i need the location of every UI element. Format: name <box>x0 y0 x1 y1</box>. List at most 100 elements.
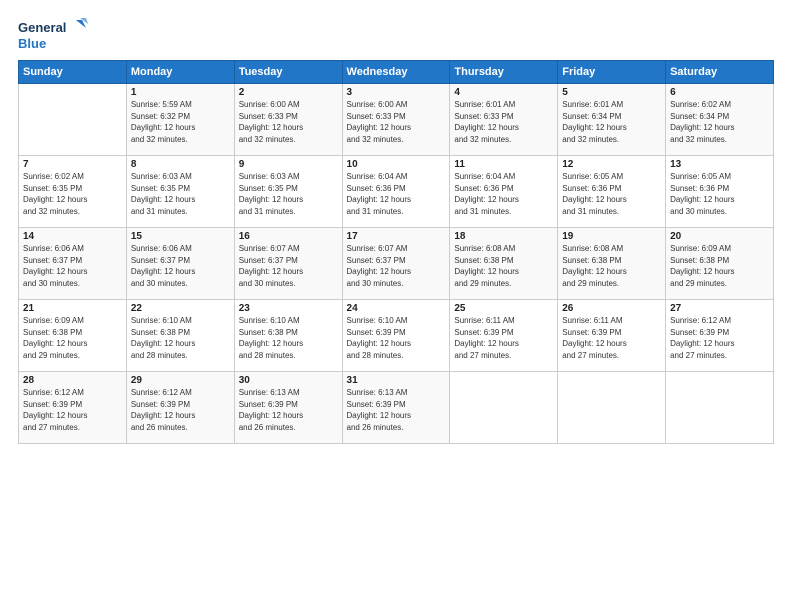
day-number: 25 <box>454 303 553 314</box>
day-number: 19 <box>562 231 661 242</box>
calendar-cell: 24Sunrise: 6:10 AM Sunset: 6:39 PM Dayli… <box>342 300 450 372</box>
day-number: 18 <box>454 231 553 242</box>
day-info: Sunrise: 6:07 AM Sunset: 6:37 PM Dayligh… <box>347 243 446 289</box>
calendar-cell: 16Sunrise: 6:07 AM Sunset: 6:37 PM Dayli… <box>234 228 342 300</box>
day-number: 21 <box>23 303 122 314</box>
header-day-tuesday: Tuesday <box>234 61 342 84</box>
day-number: 13 <box>670 159 769 170</box>
day-info: Sunrise: 6:01 AM Sunset: 6:34 PM Dayligh… <box>562 99 661 145</box>
day-number: 22 <box>131 303 230 314</box>
calendar-cell <box>19 84 127 156</box>
week-row-3: 14Sunrise: 6:06 AM Sunset: 6:37 PM Dayli… <box>19 228 774 300</box>
day-number: 17 <box>347 231 446 242</box>
day-info: Sunrise: 6:09 AM Sunset: 6:38 PM Dayligh… <box>670 243 769 289</box>
day-info: Sunrise: 6:12 AM Sunset: 6:39 PM Dayligh… <box>131 387 230 433</box>
calendar-cell: 31Sunrise: 6:13 AM Sunset: 6:39 PM Dayli… <box>342 372 450 444</box>
day-number: 9 <box>239 159 338 170</box>
day-number: 8 <box>131 159 230 170</box>
calendar-cell: 4Sunrise: 6:01 AM Sunset: 6:33 PM Daylig… <box>450 84 558 156</box>
calendar-cell <box>450 372 558 444</box>
header-day-thursday: Thursday <box>450 61 558 84</box>
day-number: 5 <box>562 87 661 98</box>
day-number: 28 <box>23 375 122 386</box>
header-day-wednesday: Wednesday <box>342 61 450 84</box>
day-info: Sunrise: 6:06 AM Sunset: 6:37 PM Dayligh… <box>23 243 122 289</box>
calendar-cell: 13Sunrise: 6:05 AM Sunset: 6:36 PM Dayli… <box>666 156 774 228</box>
day-info: Sunrise: 6:13 AM Sunset: 6:39 PM Dayligh… <box>239 387 338 433</box>
day-info: Sunrise: 6:08 AM Sunset: 6:38 PM Dayligh… <box>562 243 661 289</box>
day-info: Sunrise: 6:04 AM Sunset: 6:36 PM Dayligh… <box>454 171 553 217</box>
day-info: Sunrise: 6:00 AM Sunset: 6:33 PM Dayligh… <box>239 99 338 145</box>
day-number: 4 <box>454 87 553 98</box>
day-info: Sunrise: 6:08 AM Sunset: 6:38 PM Dayligh… <box>454 243 553 289</box>
day-info: Sunrise: 6:11 AM Sunset: 6:39 PM Dayligh… <box>454 315 553 361</box>
calendar-cell: 7Sunrise: 6:02 AM Sunset: 6:35 PM Daylig… <box>19 156 127 228</box>
day-info: Sunrise: 6:09 AM Sunset: 6:38 PM Dayligh… <box>23 315 122 361</box>
calendar-cell: 29Sunrise: 6:12 AM Sunset: 6:39 PM Dayli… <box>126 372 234 444</box>
week-row-1: 1Sunrise: 5:59 AM Sunset: 6:32 PM Daylig… <box>19 84 774 156</box>
calendar-cell: 17Sunrise: 6:07 AM Sunset: 6:37 PM Dayli… <box>342 228 450 300</box>
calendar-cell: 11Sunrise: 6:04 AM Sunset: 6:36 PM Dayli… <box>450 156 558 228</box>
day-info: Sunrise: 6:10 AM Sunset: 6:38 PM Dayligh… <box>131 315 230 361</box>
day-info: Sunrise: 6:10 AM Sunset: 6:39 PM Dayligh… <box>347 315 446 361</box>
calendar-cell <box>666 372 774 444</box>
day-info: Sunrise: 6:11 AM Sunset: 6:39 PM Dayligh… <box>562 315 661 361</box>
day-number: 2 <box>239 87 338 98</box>
day-info: Sunrise: 6:12 AM Sunset: 6:39 PM Dayligh… <box>23 387 122 433</box>
calendar-cell: 9Sunrise: 6:03 AM Sunset: 6:35 PM Daylig… <box>234 156 342 228</box>
day-info: Sunrise: 6:05 AM Sunset: 6:36 PM Dayligh… <box>562 171 661 217</box>
day-number: 30 <box>239 375 338 386</box>
calendar-cell: 14Sunrise: 6:06 AM Sunset: 6:37 PM Dayli… <box>19 228 127 300</box>
header-day-friday: Friday <box>558 61 666 84</box>
day-info: Sunrise: 6:13 AM Sunset: 6:39 PM Dayligh… <box>347 387 446 433</box>
week-row-2: 7Sunrise: 6:02 AM Sunset: 6:35 PM Daylig… <box>19 156 774 228</box>
day-number: 23 <box>239 303 338 314</box>
calendar-cell: 3Sunrise: 6:00 AM Sunset: 6:33 PM Daylig… <box>342 84 450 156</box>
calendar-cell: 10Sunrise: 6:04 AM Sunset: 6:36 PM Dayli… <box>342 156 450 228</box>
calendar-cell: 1Sunrise: 5:59 AM Sunset: 6:32 PM Daylig… <box>126 84 234 156</box>
day-info: Sunrise: 6:02 AM Sunset: 6:35 PM Dayligh… <box>23 171 122 217</box>
calendar-cell: 27Sunrise: 6:12 AM Sunset: 6:39 PM Dayli… <box>666 300 774 372</box>
week-row-4: 21Sunrise: 6:09 AM Sunset: 6:38 PM Dayli… <box>19 300 774 372</box>
day-number: 31 <box>347 375 446 386</box>
day-info: Sunrise: 6:00 AM Sunset: 6:33 PM Dayligh… <box>347 99 446 145</box>
calendar-cell: 6Sunrise: 6:02 AM Sunset: 6:34 PM Daylig… <box>666 84 774 156</box>
calendar-cell: 21Sunrise: 6:09 AM Sunset: 6:38 PM Dayli… <box>19 300 127 372</box>
svg-text:Blue: Blue <box>18 36 46 51</box>
day-number: 29 <box>131 375 230 386</box>
calendar-cell: 5Sunrise: 6:01 AM Sunset: 6:34 PM Daylig… <box>558 84 666 156</box>
calendar-cell: 12Sunrise: 6:05 AM Sunset: 6:36 PM Dayli… <box>558 156 666 228</box>
calendar-cell <box>558 372 666 444</box>
calendar-header-row: SundayMondayTuesdayWednesdayThursdayFrid… <box>19 61 774 84</box>
header-day-saturday: Saturday <box>666 61 774 84</box>
day-info: Sunrise: 6:07 AM Sunset: 6:37 PM Dayligh… <box>239 243 338 289</box>
day-info: Sunrise: 6:06 AM Sunset: 6:37 PM Dayligh… <box>131 243 230 289</box>
calendar-cell: 15Sunrise: 6:06 AM Sunset: 6:37 PM Dayli… <box>126 228 234 300</box>
day-number: 24 <box>347 303 446 314</box>
day-info: Sunrise: 6:03 AM Sunset: 6:35 PM Dayligh… <box>131 171 230 217</box>
calendar-cell: 25Sunrise: 6:11 AM Sunset: 6:39 PM Dayli… <box>450 300 558 372</box>
calendar-cell: 8Sunrise: 6:03 AM Sunset: 6:35 PM Daylig… <box>126 156 234 228</box>
day-number: 10 <box>347 159 446 170</box>
calendar-cell: 2Sunrise: 6:00 AM Sunset: 6:33 PM Daylig… <box>234 84 342 156</box>
day-info: Sunrise: 6:10 AM Sunset: 6:38 PM Dayligh… <box>239 315 338 361</box>
day-number: 11 <box>454 159 553 170</box>
calendar-cell: 22Sunrise: 6:10 AM Sunset: 6:38 PM Dayli… <box>126 300 234 372</box>
calendar-cell: 30Sunrise: 6:13 AM Sunset: 6:39 PM Dayli… <box>234 372 342 444</box>
calendar-cell: 28Sunrise: 6:12 AM Sunset: 6:39 PM Dayli… <box>19 372 127 444</box>
calendar-cell: 20Sunrise: 6:09 AM Sunset: 6:38 PM Dayli… <box>666 228 774 300</box>
day-number: 16 <box>239 231 338 242</box>
header-day-monday: Monday <box>126 61 234 84</box>
day-number: 7 <box>23 159 122 170</box>
logo-svg: General Blue <box>18 16 88 54</box>
day-info: Sunrise: 6:01 AM Sunset: 6:33 PM Dayligh… <box>454 99 553 145</box>
calendar-table: SundayMondayTuesdayWednesdayThursdayFrid… <box>18 60 774 444</box>
calendar-cell: 26Sunrise: 6:11 AM Sunset: 6:39 PM Dayli… <box>558 300 666 372</box>
day-info: Sunrise: 6:03 AM Sunset: 6:35 PM Dayligh… <box>239 171 338 217</box>
svg-text:General: General <box>18 20 66 35</box>
day-number: 20 <box>670 231 769 242</box>
day-info: Sunrise: 6:04 AM Sunset: 6:36 PM Dayligh… <box>347 171 446 217</box>
day-number: 3 <box>347 87 446 98</box>
logo: General Blue <box>18 16 88 54</box>
calendar-cell: 19Sunrise: 6:08 AM Sunset: 6:38 PM Dayli… <box>558 228 666 300</box>
